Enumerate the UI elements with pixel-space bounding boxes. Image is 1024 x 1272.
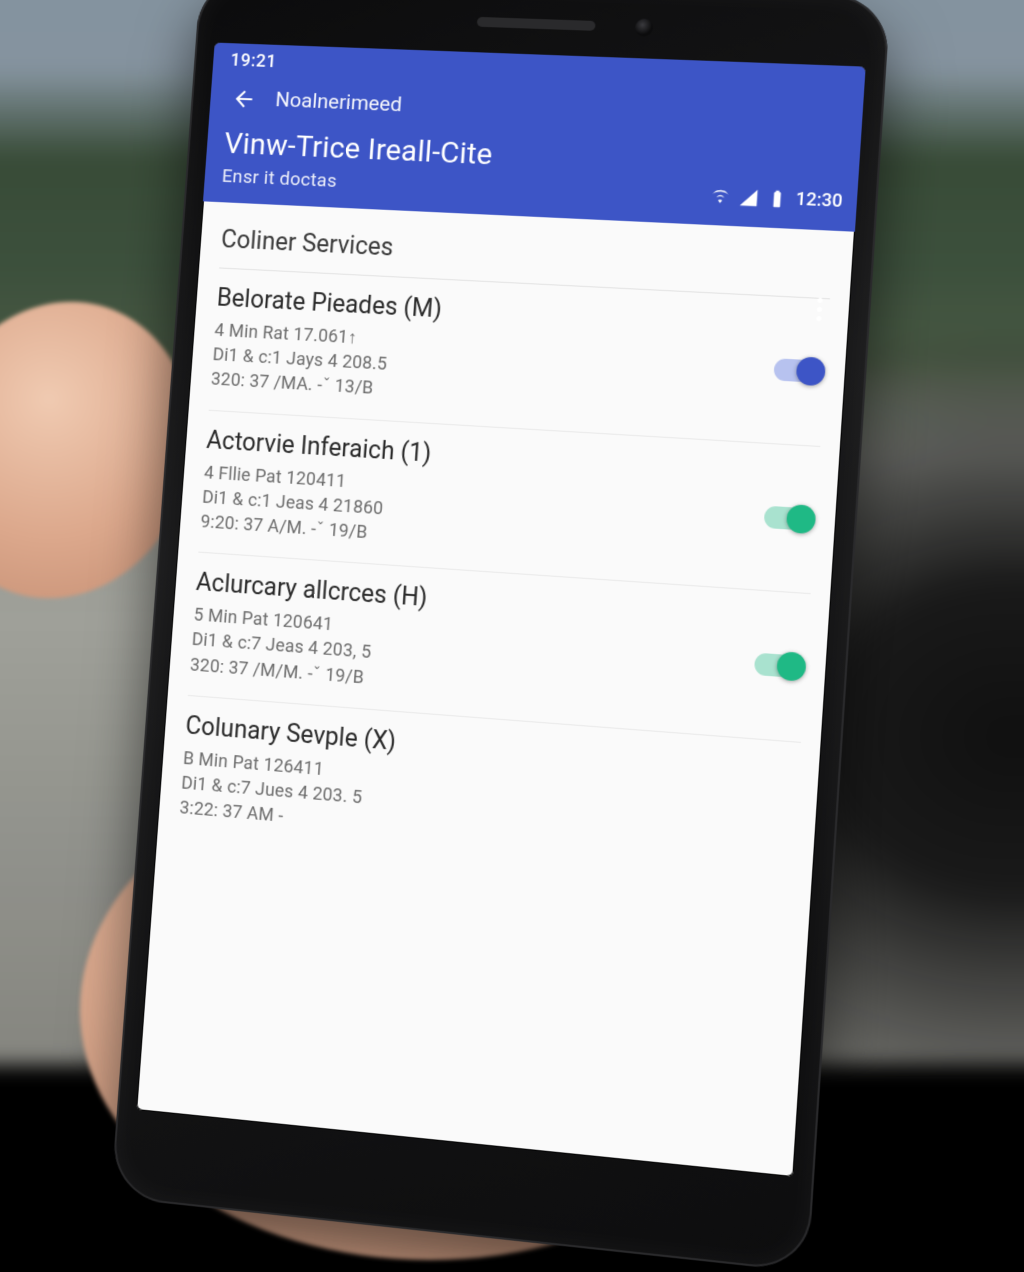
system-time: 12:30 [795,189,843,212]
cellular-icon [738,187,760,208]
breadcrumb: Noalnerimeed [275,89,403,117]
back-button[interactable] [227,82,262,116]
status-time: 19:21 [230,49,277,71]
screen: 19:21 Noalnerimeed Vinw-Trice Ireall-Cit… [136,43,865,1178]
phone: 19:21 Noalnerimeed Vinw-Trice Ireall-Cit… [111,0,891,1272]
speaker-grill [477,17,596,31]
front-camera [635,18,654,36]
wifi-icon [710,185,732,206]
content-area: Coliner Services Belorate Pieades (M) 4 … [156,201,855,892]
toggle-switch[interactable] [773,358,821,383]
toggle-switch[interactable] [754,653,803,679]
toggle-switch[interactable] [764,505,813,530]
arrow-left-icon [231,86,258,112]
battery-icon [767,188,789,209]
